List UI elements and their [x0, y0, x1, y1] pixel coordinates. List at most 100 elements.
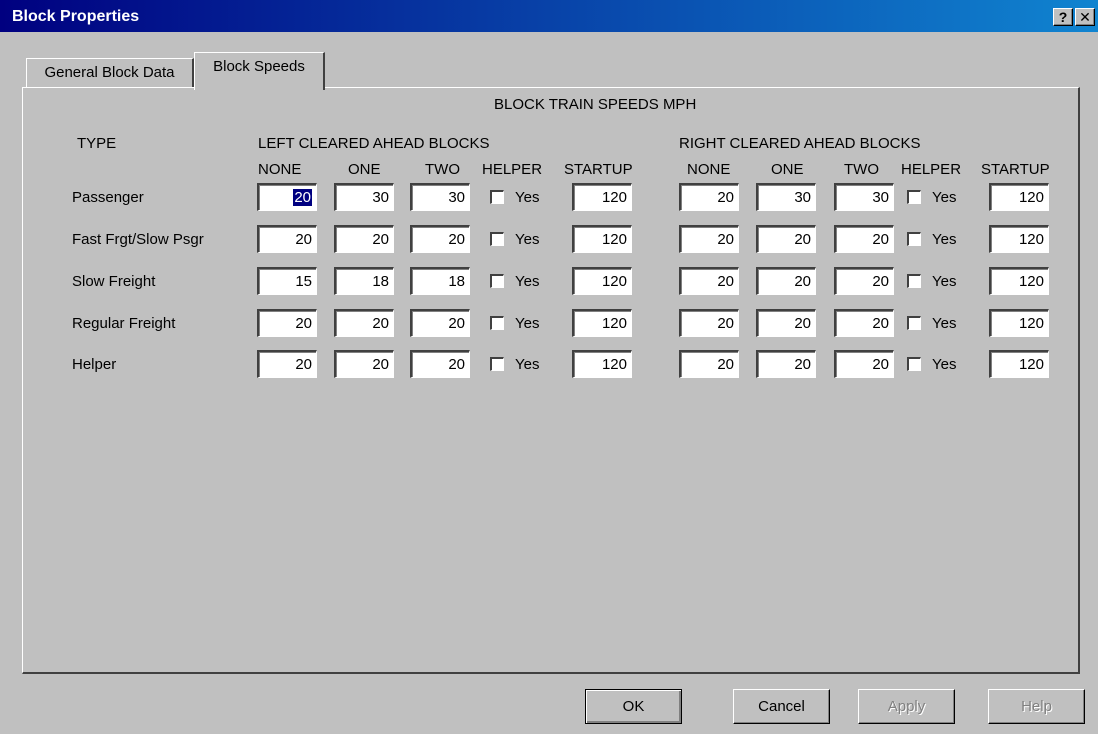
- field-value: 30: [872, 189, 889, 206]
- right-helper-checkbox[interactable]: [907, 190, 921, 204]
- right-two-field[interactable]: 20: [834, 225, 894, 253]
- right-group-header: RIGHT CLEARED AHEAD BLOCKS: [679, 135, 921, 152]
- right-column-none: NONE: [687, 161, 731, 178]
- panel-heading: BLOCK TRAIN SPEEDS MPH: [494, 96, 697, 113]
- left-helper-checkbox[interactable]: [490, 190, 504, 204]
- right-none-field[interactable]: 20: [679, 183, 739, 211]
- tab-block-speeds[interactable]: Block Speeds: [194, 52, 325, 90]
- right-one-field[interactable]: 20: [756, 350, 816, 378]
- right-column-helper: HELPER: [901, 161, 962, 178]
- left-helper-checkbox[interactable]: [490, 316, 504, 330]
- right-two-field[interactable]: 20: [834, 309, 894, 337]
- right-startup-field[interactable]: 120: [989, 183, 1049, 211]
- right-helper-checkbox[interactable]: [907, 357, 921, 371]
- right-one-field[interactable]: 20: [756, 309, 816, 337]
- left-two-field[interactable]: 20: [410, 309, 470, 337]
- left-helper-yes-label: Yes: [515, 315, 540, 332]
- right-column-startup: STARTUP: [981, 161, 1050, 178]
- left-column-one: ONE: [348, 161, 381, 178]
- right-two-field[interactable]: 30: [834, 183, 894, 211]
- field-value: 120: [1018, 273, 1044, 290]
- cancel-button[interactable]: Cancel: [733, 689, 830, 724]
- left-none-field[interactable]: 20: [257, 225, 317, 253]
- help-icon[interactable]: ?: [1053, 8, 1073, 26]
- left-two-field[interactable]: 20: [410, 225, 470, 253]
- right-none-field[interactable]: 20: [679, 225, 739, 253]
- field-value: 20: [717, 273, 734, 290]
- right-startup-field[interactable]: 120: [989, 267, 1049, 295]
- right-startup-field[interactable]: 120: [989, 225, 1049, 253]
- right-helper-yes-label: Yes: [932, 231, 957, 248]
- left-startup-field[interactable]: 120: [572, 267, 632, 295]
- right-none-field[interactable]: 20: [679, 267, 739, 295]
- left-none-field[interactable]: 20: [257, 183, 317, 211]
- field-value: 20: [372, 315, 389, 332]
- left-one-field[interactable]: 20: [334, 350, 394, 378]
- field-value: 20: [295, 231, 312, 248]
- right-one-field[interactable]: 20: [756, 225, 816, 253]
- left-startup-field[interactable]: 120: [572, 309, 632, 337]
- left-helper-checkbox[interactable]: [490, 357, 504, 371]
- right-one-field[interactable]: 30: [756, 183, 816, 211]
- left-one-field[interactable]: 30: [334, 183, 394, 211]
- left-column-helper: HELPER: [482, 161, 543, 178]
- right-helper-checkbox[interactable]: [907, 232, 921, 246]
- field-value: 20: [372, 231, 389, 248]
- right-helper-checkbox[interactable]: [907, 316, 921, 330]
- title-bar: Block Properties ? ✕: [0, 0, 1098, 32]
- help-button[interactable]: Help: [988, 689, 1085, 724]
- field-value: 30: [794, 189, 811, 206]
- left-helper-checkbox[interactable]: [490, 232, 504, 246]
- right-none-field[interactable]: 20: [679, 309, 739, 337]
- right-two-field[interactable]: 20: [834, 350, 894, 378]
- left-startup-field[interactable]: 120: [572, 183, 632, 211]
- close-icon[interactable]: ✕: [1075, 8, 1095, 26]
- left-one-field[interactable]: 20: [334, 309, 394, 337]
- left-startup-field[interactable]: 120: [572, 350, 632, 378]
- field-value: 120: [601, 231, 627, 248]
- right-helper-checkbox[interactable]: [907, 274, 921, 288]
- right-helper-yes-label: Yes: [932, 356, 957, 373]
- right-startup-field[interactable]: 120: [989, 309, 1049, 337]
- right-none-field[interactable]: 20: [679, 350, 739, 378]
- row-type-label: Slow Freight: [72, 273, 156, 290]
- left-none-field[interactable]: 20: [257, 350, 317, 378]
- left-two-field[interactable]: 18: [410, 267, 470, 295]
- field-value: 20: [448, 356, 465, 373]
- field-value: 18: [448, 273, 465, 290]
- left-two-field[interactable]: 30: [410, 183, 470, 211]
- field-value: 18: [372, 273, 389, 290]
- field-value: 20: [794, 231, 811, 248]
- field-value: 20: [293, 189, 312, 206]
- left-helper-yes-label: Yes: [515, 189, 540, 206]
- right-startup-field[interactable]: 120: [989, 350, 1049, 378]
- left-one-field[interactable]: 18: [334, 267, 394, 295]
- left-none-field[interactable]: 15: [257, 267, 317, 295]
- field-value: 20: [717, 315, 734, 332]
- field-value: 20: [372, 356, 389, 373]
- field-value: 20: [295, 356, 312, 373]
- field-value: 120: [601, 189, 627, 206]
- apply-button[interactable]: Apply: [858, 689, 955, 724]
- left-helper-checkbox[interactable]: [490, 274, 504, 288]
- field-value: 120: [1018, 315, 1044, 332]
- left-helper-yes-label: Yes: [515, 356, 540, 373]
- field-value: 120: [601, 273, 627, 290]
- left-startup-field[interactable]: 120: [572, 225, 632, 253]
- left-none-field[interactable]: 20: [257, 309, 317, 337]
- left-one-field[interactable]: 20: [334, 225, 394, 253]
- left-two-field[interactable]: 20: [410, 350, 470, 378]
- left-group-header: LEFT CLEARED AHEAD BLOCKS: [258, 135, 490, 152]
- ok-button[interactable]: OK: [585, 689, 682, 724]
- right-helper-yes-label: Yes: [932, 189, 957, 206]
- right-two-field[interactable]: 20: [834, 267, 894, 295]
- tab-general-block-data[interactable]: General Block Data: [26, 58, 194, 88]
- tab-label: Block Speeds: [213, 58, 305, 75]
- row-type-label: Helper: [72, 356, 117, 373]
- field-value: 20: [448, 231, 465, 248]
- field-value: 120: [1018, 189, 1044, 206]
- field-value: 20: [448, 315, 465, 332]
- right-one-field[interactable]: 20: [756, 267, 816, 295]
- left-helper-yes-label: Yes: [515, 231, 540, 248]
- field-value: 20: [872, 231, 889, 248]
